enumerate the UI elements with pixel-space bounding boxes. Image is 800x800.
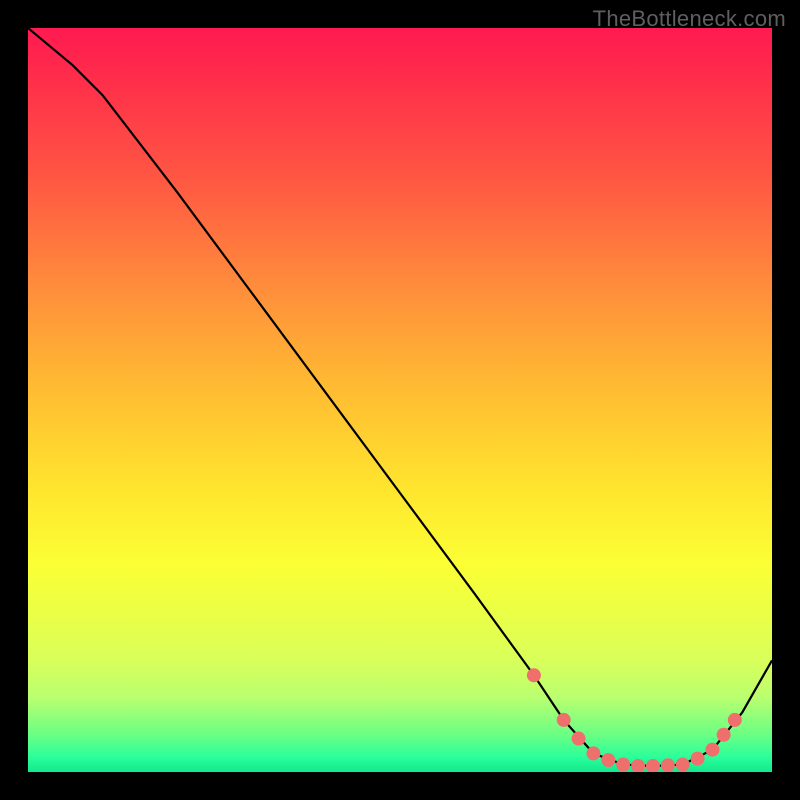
chart-frame: TheBottleneck.com (0, 0, 800, 800)
plot-gradient-area (28, 28, 772, 772)
watermark-text: TheBottleneck.com (593, 6, 786, 32)
